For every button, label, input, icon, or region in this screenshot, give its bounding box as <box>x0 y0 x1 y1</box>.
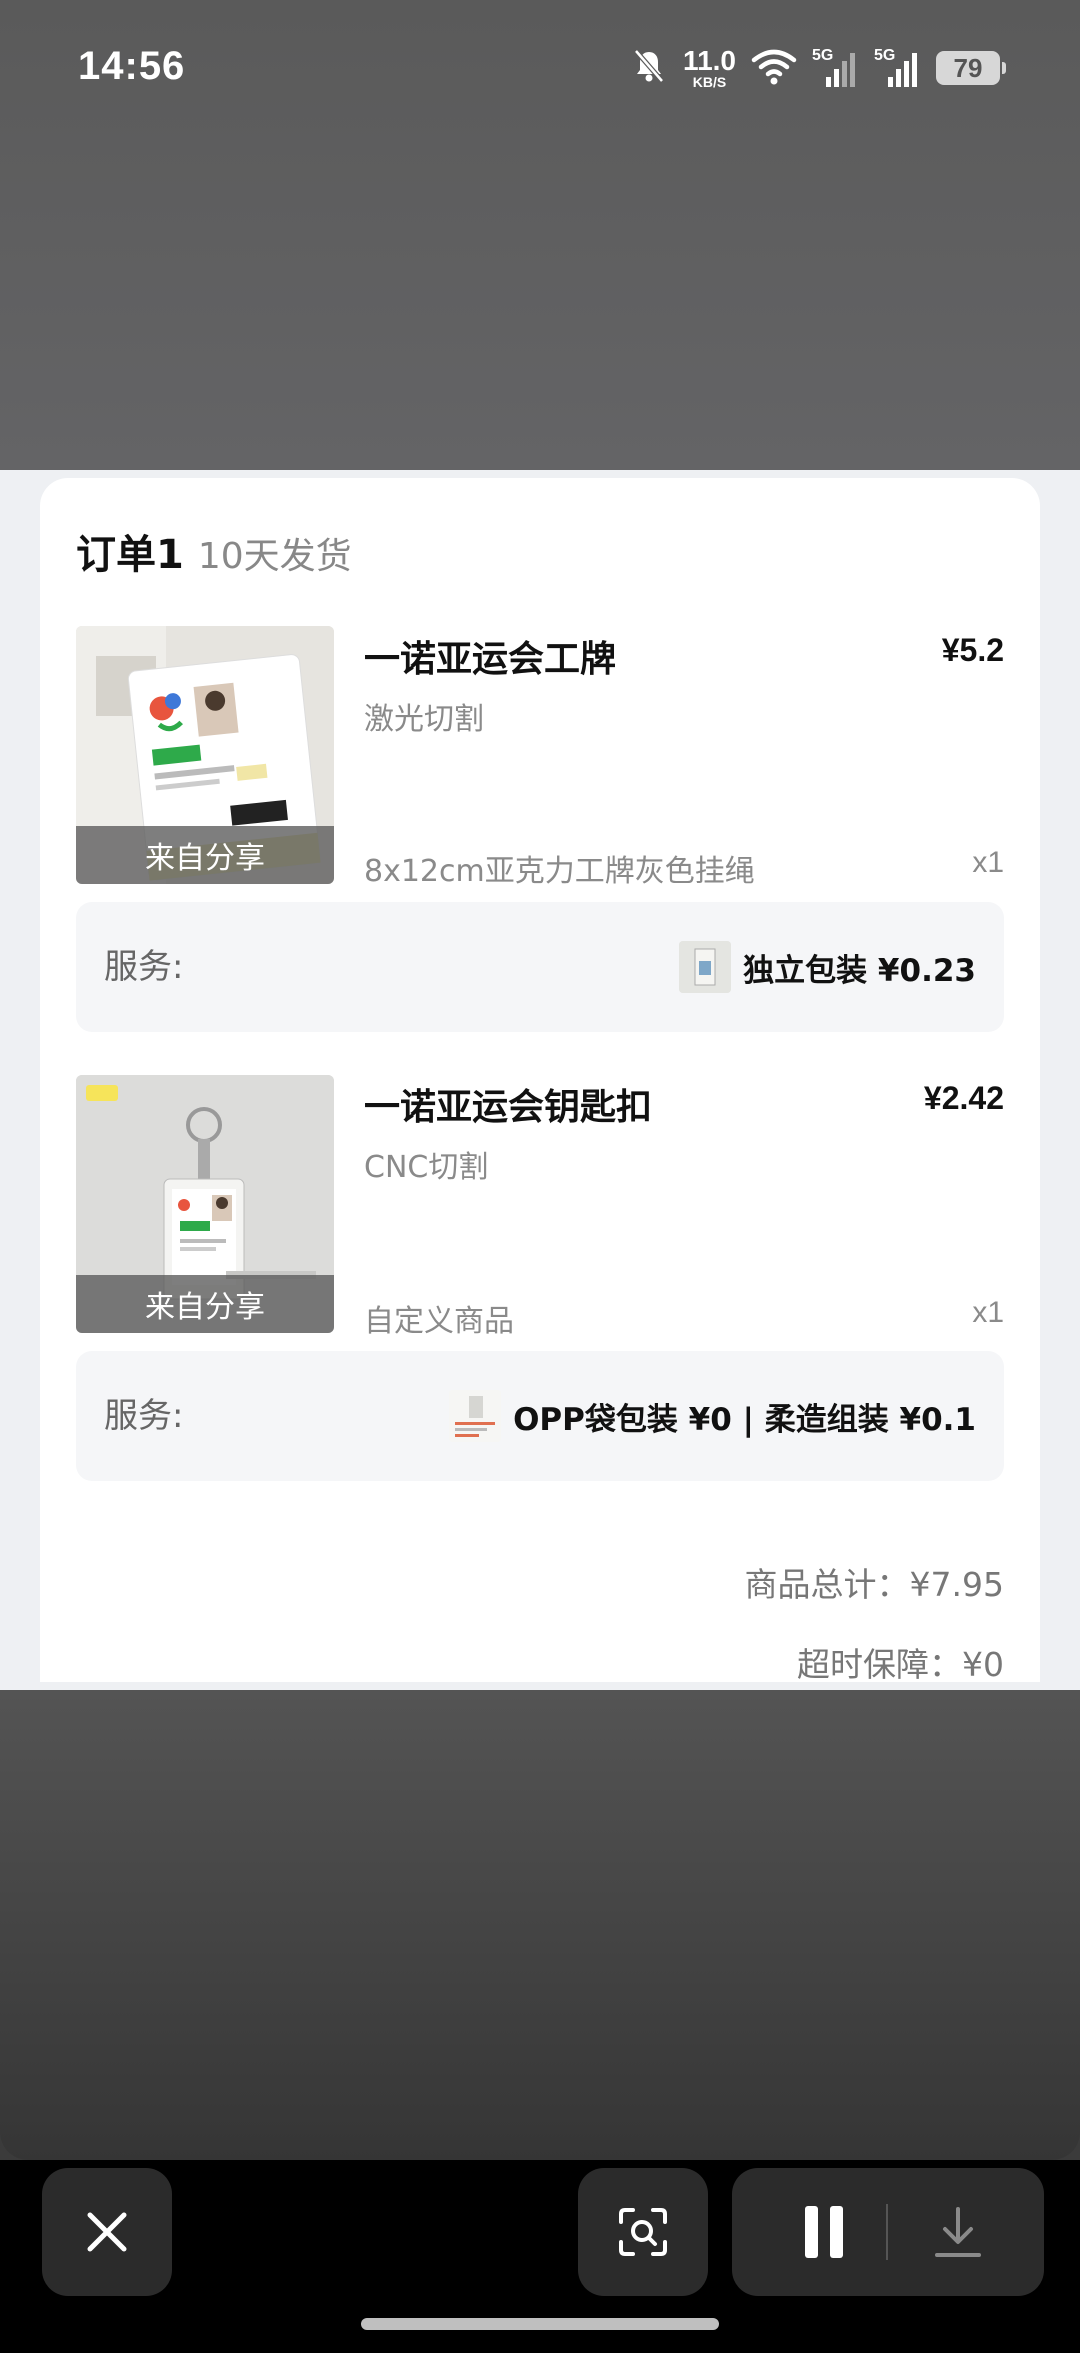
download-button[interactable] <box>928 2202 988 2262</box>
service-value: OPP袋包装 ¥0 | 柔造组装 ¥0.1 <box>513 1401 976 1438</box>
share-label: 来自分享 <box>76 1275 334 1333</box>
product-spec-2: 自定义商品 <box>364 1304 514 1339</box>
product-name-2[interactable]: 一诺亚运会钥匙扣 <box>364 1078 652 1130</box>
product-thumbnail-2[interactable]: 来自分享 <box>76 1075 334 1333</box>
net-speed-value: 11.0 <box>683 45 736 76</box>
battery-indicator: 79 <box>936 51 1006 85</box>
recording-controls <box>732 2168 1044 2296</box>
service-value: 独立包装 ¥0.23 <box>743 952 976 989</box>
pause-icon <box>805 2206 843 2258</box>
status-time: 14:56 <box>78 44 186 88</box>
service-label: 服务: <box>104 947 184 987</box>
product-price-2: ¥2.42 <box>923 1080 1004 1116</box>
download-icon <box>935 2207 981 2257</box>
product-spec-1: 8x12cm亚克力工牌灰色挂绳 <box>364 854 755 889</box>
package-thumbnail <box>679 941 732 993</box>
home-indicator[interactable] <box>361 2318 719 2330</box>
product-name-1[interactable]: 一诺亚运会工牌 <box>364 630 616 682</box>
net-speed-unit: KB/S <box>692 74 727 90</box>
controls-divider <box>886 2204 888 2260</box>
package-thumbnail <box>449 1390 502 1442</box>
bottom-dim-overlay <box>0 1690 1080 2160</box>
screen-scan-icon <box>619 2208 667 2256</box>
net-speed: 11.0 KB/S <box>683 45 736 90</box>
screen-recognize-button[interactable] <box>578 2168 708 2296</box>
signal-1-icon: 5G <box>812 47 860 89</box>
status-icons: 11.0 KB/S 5G 5G 79 <box>629 44 1006 92</box>
product-process-1: 激光切割 <box>364 702 484 737</box>
share-label: 来自分享 <box>76 826 334 884</box>
product-qty-1: x1 <box>972 846 1004 879</box>
close-button[interactable] <box>42 2168 172 2296</box>
service-row-1[interactable]: 服务: 独立包装 ¥0.23 <box>76 902 1004 1032</box>
goods-total: 商品总计：¥7.95 <box>744 1565 1004 1604</box>
pause-button[interactable] <box>794 2202 854 2262</box>
product-process-2: CNC切割 <box>364 1150 489 1185</box>
order-header: 订单1 10天发货 <box>76 522 352 580</box>
ship-note: 10天发货 <box>197 536 352 577</box>
timeout-guarantee: 超时保障：¥0 <box>797 1645 1004 1684</box>
service-value-group: 独立包装 ¥0.23 <box>679 902 976 1032</box>
product-thumbnail-1[interactable]: 来自分享 <box>76 626 334 884</box>
product-price-1: ¥5.2 <box>941 632 1004 668</box>
close-icon <box>87 2212 127 2252</box>
service-row-2[interactable]: 服务: OPP袋包装 ¥0 | 柔造组装 ¥0.1 <box>76 1351 1004 1481</box>
service-label: 服务: <box>104 1396 184 1436</box>
order-title: 订单1 <box>76 532 184 578</box>
signal-2-icon: 5G <box>874 47 922 89</box>
wifi-icon <box>750 46 798 90</box>
product-qty-2: x1 <box>972 1296 1004 1329</box>
mute-bell-icon <box>629 46 669 90</box>
service-value-group: OPP袋包装 ¥0 | 柔造组装 ¥0.1 <box>449 1351 976 1481</box>
